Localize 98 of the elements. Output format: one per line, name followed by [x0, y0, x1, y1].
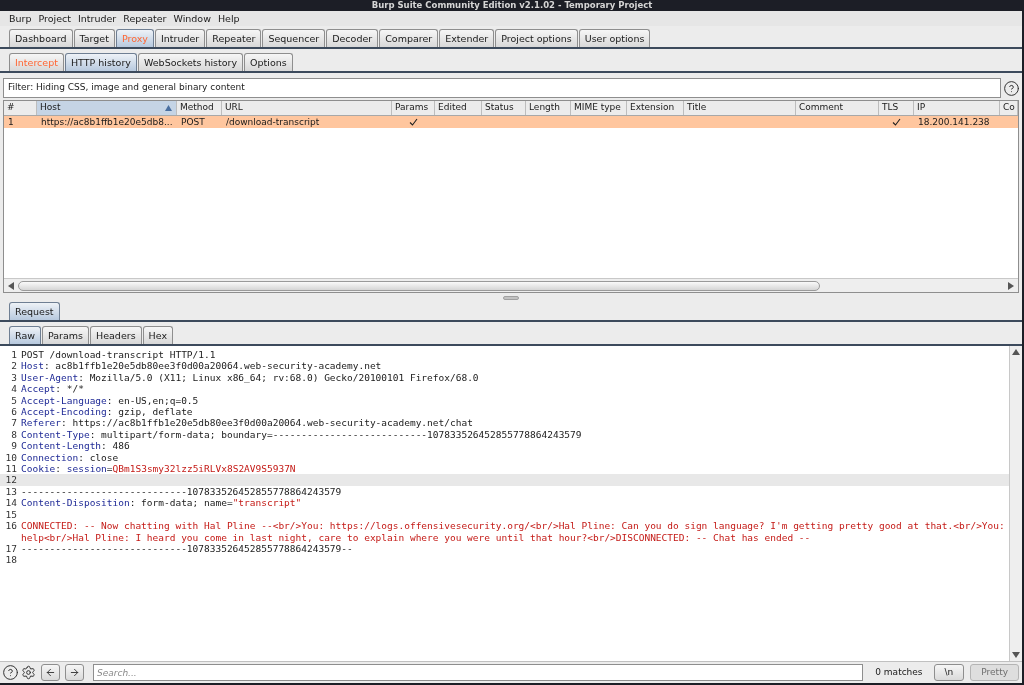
column-header[interactable]: TLS [879, 101, 914, 115]
line-number: 6 [10, 406, 17, 418]
tab[interactable]: Request [9, 302, 60, 320]
line-number: 17 [4, 542, 17, 555]
code-line: Cookie: session=QBm1S3smy32lzz5iRLVx8S2AV9S5937N [21, 463, 296, 475]
line-number: 1 [10, 349, 17, 361]
line-number: 14 [4, 497, 17, 509]
line-number: 13 [4, 485, 17, 498]
forward-button[interactable] [65, 664, 84, 681]
column-header[interactable]: Params [392, 101, 435, 115]
code-line: Referer: https://ac8b1ffb1e20e5db80ee3f0d00a20064.web-security-academy.net/chat [21, 417, 473, 429]
line-number: 3 [10, 371, 17, 384]
scroll-right-icon[interactable] [1007, 281, 1015, 290]
code-line: Content-Type: multipart/form-data; boundary=---------------------------107833526452855778864243579 [21, 428, 582, 440]
scroll-up-icon[interactable] [1012, 348, 1020, 356]
table-row[interactable]: 1 https://ac8b1ffb1e20e5db8... POST /download-transcript 18.200.141.238 [4, 116, 1018, 128]
help-icon[interactable] [1004, 80, 1019, 96]
code-line: Accept-Language: en-US,en;q=0.5 [21, 394, 199, 406]
column-header[interactable]: Length [526, 101, 571, 115]
code-line: CONNECTED: -- Now chatting with Hal Pline --<br/>You: https://logs.offensivesecurity.org/<br/>Hal Pline: Can you do sign language? I'm getting pretty good at that.<br/>You: help<br/>Hal Pline: I heard you come in last night, care to explain where you were until that hour?<br/>DISCONNECTED: -- Chat has ended -- [21, 520, 1006, 543]
tab[interactable]: HTTP history [64, 53, 137, 71]
tab[interactable]: Repeater [206, 29, 262, 47]
arrow-left-icon [45, 667, 56, 678]
line-number: 10 [4, 451, 17, 464]
tab[interactable]: Raw [9, 326, 41, 344]
column-header[interactable]: MIME type [571, 101, 627, 115]
menu-item[interactable]: Burp [9, 13, 32, 24]
match-count: 0 matches [875, 665, 923, 679]
tab[interactable]: Target [73, 29, 115, 47]
column-header[interactable]: Method [177, 101, 222, 115]
tab[interactable]: Comparer [379, 29, 439, 47]
search-field[interactable]: Search... [93, 664, 864, 681]
menu-item[interactable]: Help [217, 13, 240, 24]
column-header[interactable]: Co [1000, 101, 1018, 115]
tab[interactable]: Intruder [154, 29, 206, 47]
tab[interactable]: WebSockets history [137, 53, 244, 71]
column-header[interactable]: Edited [435, 101, 482, 115]
filter-bar[interactable]: Filter: Hiding CSS, image and general binary content [3, 78, 1001, 98]
line-number: 15 [4, 508, 17, 521]
table-cell-text: 18.200.141.238 [917, 116, 990, 128]
code-line: Host: ac8b1ffb1e20e5db80ee3f0d00a20064.web-security-academy.net [21, 360, 382, 372]
tab[interactable]: Project options [495, 29, 578, 47]
settings-icon[interactable] [21, 665, 36, 680]
arrow-right-icon [69, 667, 80, 678]
menu-item[interactable]: Window [173, 13, 211, 24]
line-number: 11 [4, 463, 17, 475]
code-line: -----------------------------107833526452855778864243579 [21, 485, 342, 497]
tab[interactable]: Hex [142, 326, 174, 344]
table-cell-text: /download-transcript [225, 116, 320, 128]
column-header[interactable]: Host [37, 101, 177, 115]
column-header[interactable]: IP [914, 101, 1000, 115]
code-line: Content-Disposition: form-data; name="transcript" [21, 497, 302, 509]
code-line: Content-Length: 486 [21, 440, 130, 452]
code-line: Accept-Encoding: gzip, deflate [21, 406, 193, 418]
menu-item[interactable]: Repeater [123, 13, 167, 24]
tab[interactable]: Params [42, 326, 90, 344]
column-header[interactable]: Title [684, 101, 796, 115]
tab[interactable]: Options [244, 53, 293, 71]
scroll-left-icon[interactable] [7, 281, 15, 290]
line-number: 16 [4, 520, 17, 534]
line-number: 12 [4, 474, 17, 486]
horizontal-scrollbar[interactable] [4, 278, 1018, 292]
table-cell-text: 1 [7, 116, 14, 128]
scrollbar-thumb[interactable] [18, 280, 820, 291]
vertical-scrollbar[interactable] [1009, 346, 1022, 661]
line-number: 7 [10, 417, 17, 429]
line-number: 9 [10, 440, 17, 452]
line-number: 8 [10, 428, 17, 441]
line-number: 18 [4, 554, 17, 566]
tab[interactable]: Sequencer [262, 29, 326, 47]
line-number: 2 [10, 360, 17, 372]
table-cell-text: https://ac8b1ffb1e20e5db8... [40, 116, 173, 128]
window-title: Burp Suite Community Edition v2.1.02 - Temporary Project [371, 0, 653, 11]
tab[interactable]: User options [578, 29, 651, 47]
tab[interactable]: Extender [439, 29, 495, 47]
code-line: Accept: */* [21, 383, 84, 395]
menu-item[interactable]: Intruder [78, 13, 117, 24]
table-cell-text: POST [180, 116, 205, 128]
tab[interactable]: Decoder [326, 29, 379, 47]
code-line: Connection: close [21, 451, 119, 463]
help-icon[interactable] [3, 665, 18, 680]
code-line: User-Agent: Mozilla/5.0 (X11; Linux x86_64; rv:68.0) Gecko/20100101 Firefox/68.0 [21, 371, 479, 383]
newline-toggle-button[interactable]: \n [933, 664, 965, 681]
line-number: 4 [10, 383, 17, 395]
splitter-handle[interactable] [503, 295, 519, 300]
column-header[interactable]: URL [222, 101, 392, 115]
tab[interactable]: Headers [90, 326, 142, 344]
menu-item[interactable]: Project [38, 13, 71, 24]
code-line: -----------------------------107833526452855778864243579-- [21, 542, 353, 554]
column-header[interactable]: Comment [796, 101, 879, 115]
back-button[interactable] [41, 664, 60, 681]
column-header[interactable]: Status [482, 101, 526, 115]
scroll-down-icon[interactable] [1012, 651, 1020, 659]
column-header[interactable]: Extension [627, 101, 684, 115]
line-number: 5 [10, 394, 17, 407]
code-line: POST /download-transcript HTTP/1.1 [21, 349, 216, 360]
tab[interactable]: Dashboard [9, 29, 73, 47]
sort-arrow-icon [165, 105, 172, 111]
